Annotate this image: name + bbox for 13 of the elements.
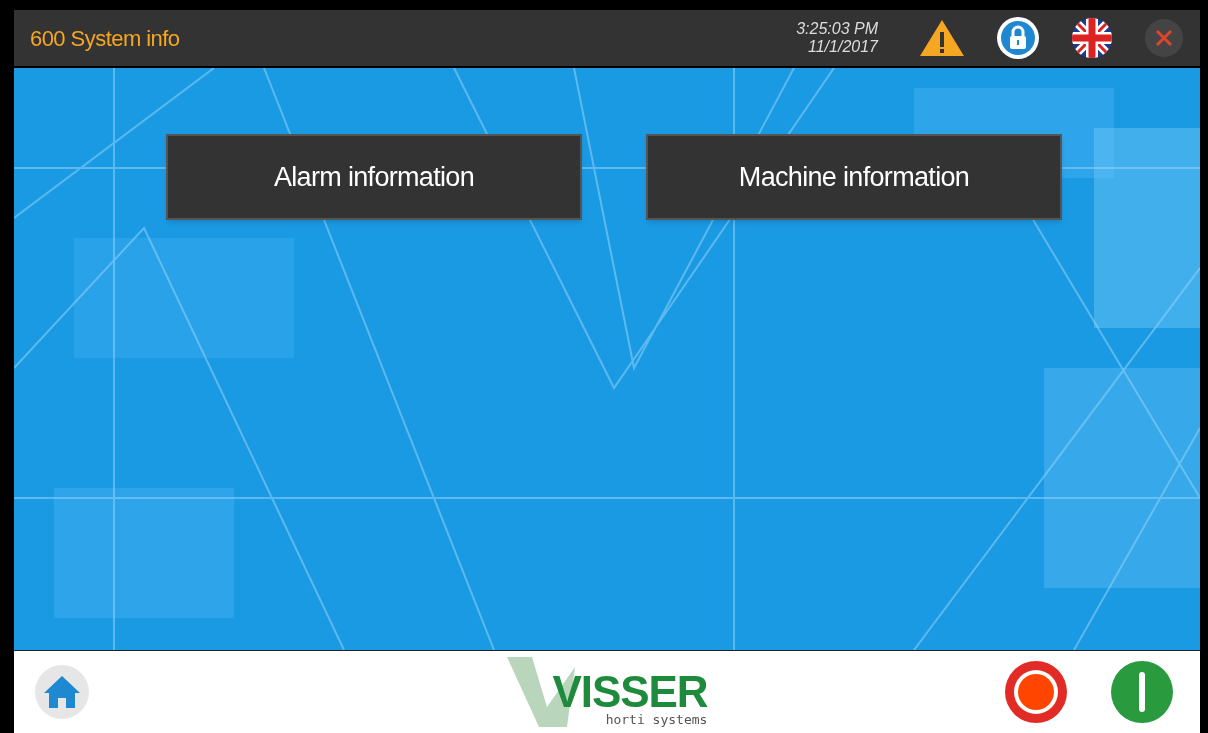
clock-date: 11/1/2017 <box>808 38 878 56</box>
logo-tagline: horti systems <box>605 713 708 727</box>
warning-icon[interactable] <box>918 18 966 58</box>
screen-title: 600 System info <box>30 24 180 53</box>
logo-name: VISSER <box>552 671 708 713</box>
home-icon[interactable] <box>34 664 90 720</box>
menu-button[interactable]: Alarm information <box>166 134 582 220</box>
close-icon[interactable] <box>1144 18 1184 58</box>
start-button-icon[interactable] <box>1110 660 1174 724</box>
clock-time: 3:25:03 PM <box>796 20 878 38</box>
lock-icon[interactable] <box>996 16 1040 60</box>
menu-button[interactable]: Machine information <box>646 134 1062 220</box>
stop-button-icon[interactable] <box>1004 660 1068 724</box>
